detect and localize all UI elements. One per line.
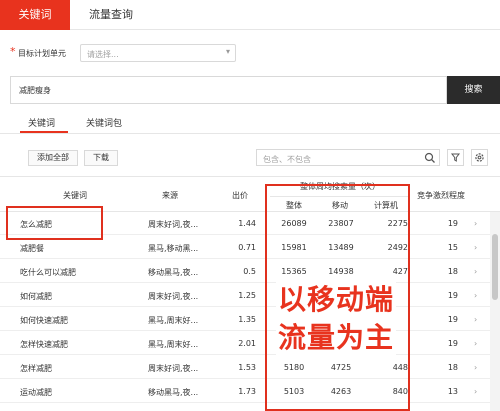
funnel-icon [450, 153, 461, 162]
chevron-down-icon: ▾ [225, 47, 230, 56]
tab-traffic-query[interactable]: 流量查询 [80, 0, 142, 30]
table-scrollbar[interactable] [490, 212, 500, 411]
bid-cell: 1.73 [238, 387, 256, 396]
bid-cell: 1.25 [238, 291, 256, 300]
search-value: 减肥瘦身 [19, 86, 51, 95]
add-all-button[interactable]: 添加全部 [28, 150, 78, 166]
source-cell: 黑马,周末好... [148, 340, 199, 349]
sub-tab-bar: 关键词 关键词包 [0, 110, 500, 134]
source-cell: 周末好词,夜... [148, 364, 199, 373]
tab-keywords[interactable]: 关键词 [0, 0, 70, 30]
bid-cell: 0.71 [238, 243, 256, 252]
filter-placeholder: 包含、不包含 [263, 155, 311, 164]
table-row[interactable]: 怎样快速减肥 黑马,周末好... 2.01 19 › [0, 332, 500, 355]
competition-cell: 18 [447, 267, 458, 276]
competition-cell: 19 [447, 291, 458, 300]
bid-cell: 1.35 [238, 315, 256, 324]
filter-input[interactable]: 包含、不包含 [256, 149, 440, 166]
top-tab-bar: 关键词 流量查询 [0, 0, 500, 30]
annotation-line-2: 流量为主 [276, 320, 397, 356]
target-unit-label: 目标计划单元 [18, 49, 66, 58]
chevron-right-icon[interactable]: › [474, 339, 484, 348]
chevron-right-icon[interactable]: › [474, 291, 484, 300]
target-unit-placeholder: 请选择... [87, 50, 119, 59]
competition-cell: 18 [447, 363, 458, 372]
keyword-cell: 运动减肥 [20, 388, 52, 397]
subtab-keyword-packages[interactable]: 关键词包 [86, 116, 122, 129]
source-cell: 黑马,周末好... [148, 316, 199, 325]
search-icon[interactable] [424, 152, 436, 164]
table-row[interactable]: 怎样减肥 周末好词,夜... 1.53 5180 4725 448 18 › [0, 356, 500, 379]
search-bar: 减肥瘦身 搜索 [10, 76, 500, 104]
bid-cell: 0.5 [243, 267, 256, 276]
source-cell: 移动黑马,夜... [148, 388, 199, 397]
keyword-highlight-box [6, 206, 103, 240]
filter-funnel-button[interactable] [447, 149, 464, 166]
annotation-line-1: 以移动端 [276, 282, 397, 318]
source-cell: 周末好词,夜... [148, 292, 199, 301]
table-row[interactable]: 如何快速减肥 黑马,周末好... 1.35 19 › [0, 308, 500, 331]
active-tab-indicator [20, 131, 68, 133]
chevron-right-icon[interactable]: › [474, 387, 484, 396]
header-keyword[interactable]: 关键词 [40, 190, 110, 201]
source-cell: 移动黑马,夜... [148, 268, 199, 277]
chevron-right-icon[interactable]: › [474, 363, 484, 372]
chevron-right-icon[interactable]: › [474, 243, 484, 252]
keyword-cell: 如何减肥 [20, 292, 52, 301]
table-row[interactable]: 如何减肥 周末好词,夜... 1.25 19 › [0, 284, 500, 307]
search-button[interactable]: 搜索 [447, 76, 500, 104]
competition-cell: 13 [447, 387, 458, 396]
download-button[interactable]: 下载 [84, 150, 118, 166]
keyword-cell: 如何快速减肥 [20, 316, 68, 325]
table-row[interactable]: 运动减肥 移动黑马,夜... 1.73 5103 4263 840 13 › [0, 380, 500, 403]
source-cell: 周末好词,夜... [148, 220, 199, 229]
bid-cell: 2.01 [238, 339, 256, 348]
competition-cell: 19 [447, 315, 458, 324]
scrollbar-thumb[interactable] [492, 234, 498, 300]
chevron-right-icon[interactable]: › [474, 219, 484, 228]
chevron-right-icon[interactable]: › [474, 315, 484, 324]
settings-button[interactable] [471, 149, 488, 166]
competition-cell: 19 [447, 339, 458, 348]
required-mark: * [10, 45, 16, 58]
subtab-keywords[interactable]: 关键词 [28, 116, 55, 129]
table-row[interactable]: 吃什么可以减肥 移动黑马,夜... 0.5 15365 14938 427 18… [0, 260, 500, 283]
header-bid[interactable]: 出价 [222, 190, 258, 201]
source-cell: 黑马,移动黑... [148, 244, 199, 253]
gear-icon [475, 153, 484, 162]
keyword-cell: 减肥餐 [20, 244, 44, 253]
bid-cell: 1.44 [238, 219, 256, 228]
target-unit-select[interactable]: 请选择... ▾ [80, 44, 236, 62]
competition-cell: 15 [447, 243, 458, 252]
keyword-cell: 怎样快速减肥 [20, 340, 68, 349]
competition-cell: 19 [447, 219, 458, 228]
chevron-right-icon[interactable]: › [474, 267, 484, 276]
bid-cell: 1.53 [238, 363, 256, 372]
keyword-search-input[interactable]: 减肥瘦身 [10, 76, 447, 104]
header-competition[interactable]: 竞争激烈程度 [412, 190, 470, 201]
keyword-cell: 怎样减肥 [20, 364, 52, 373]
header-source: 来源 [162, 191, 178, 200]
keyword-cell: 吃什么可以减肥 [20, 268, 76, 277]
